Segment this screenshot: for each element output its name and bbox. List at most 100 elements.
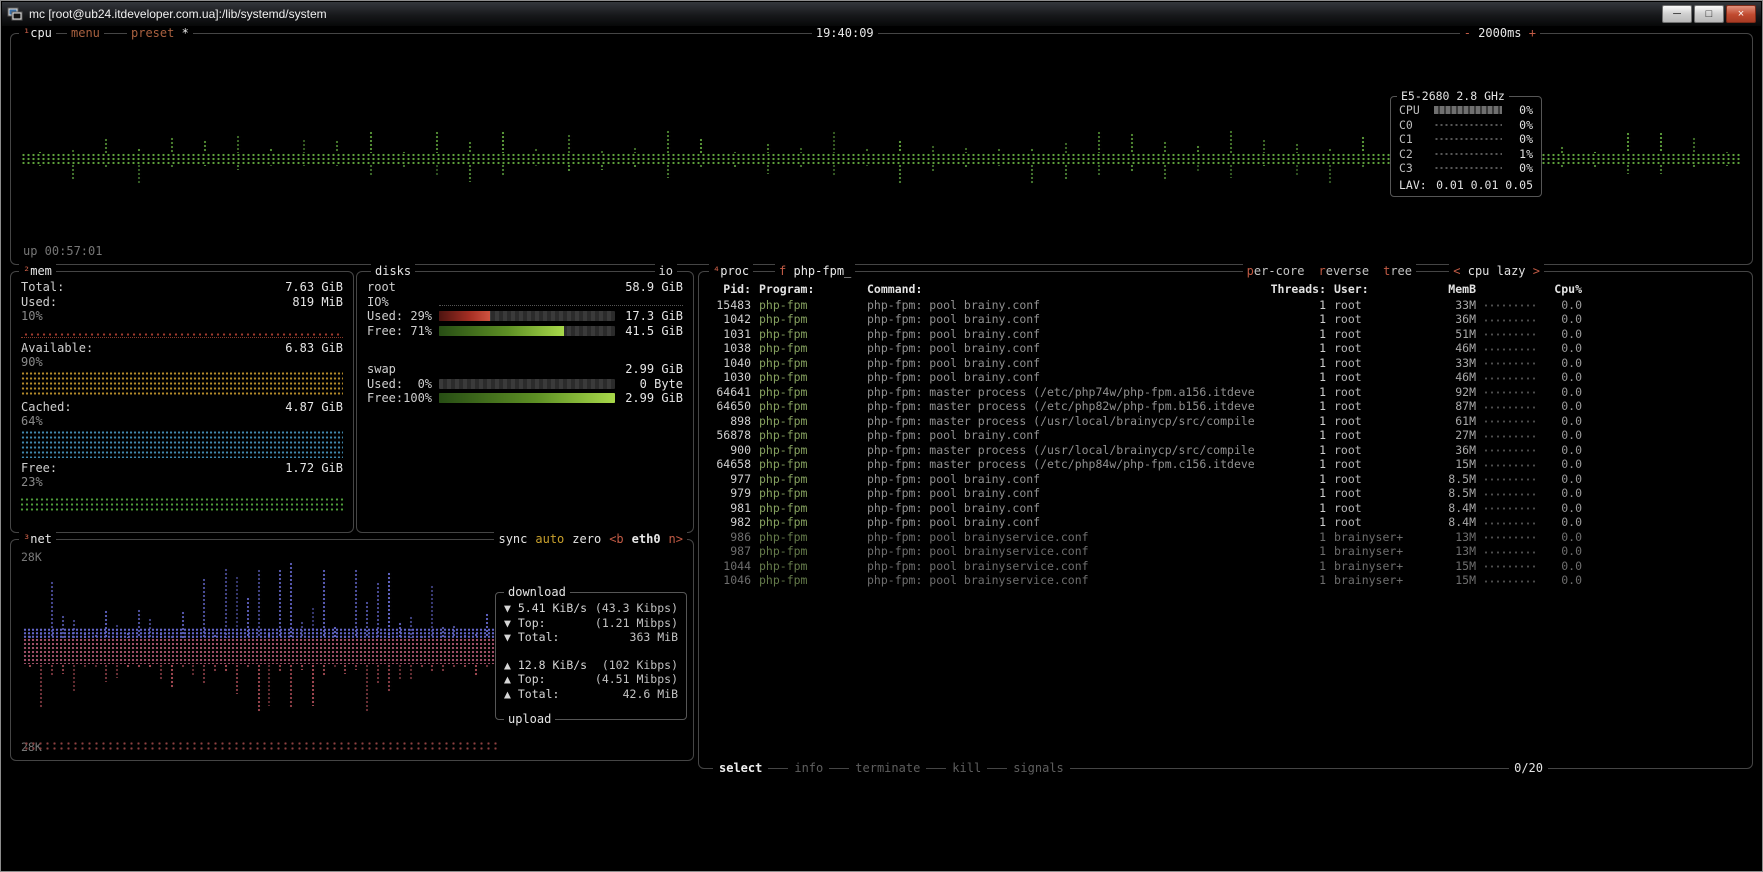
table-row[interactable]: 986 php-fpm php-fpm: pool brainyservice.… [699, 530, 1752, 545]
graph-spike [148, 664, 153, 667]
table-row[interactable]: 64641 php-fpm php-fpm: master process (/… [699, 385, 1752, 400]
reverse-toggle[interactable]: reverse [1318, 264, 1369, 279]
process-command: php-fpm: pool brainy.conf [867, 501, 1258, 516]
table-row[interactable]: 898 php-fpm php-fpm: master process (/us… [699, 414, 1752, 429]
table-row[interactable]: 1046 php-fpm php-fpm: pool brainyservice… [699, 573, 1752, 588]
graph-spike [28, 664, 33, 667]
header-threads[interactable]: Threads: [1266, 282, 1326, 297]
process-program: php-fpm [759, 428, 859, 443]
process-mem-graph [1484, 357, 1536, 370]
sort-selector: < cpu lazy > [1449, 264, 1544, 279]
memory-box-title[interactable]: ²mem [19, 264, 56, 279]
disk-root-row: root58.9 GiB [367, 280, 683, 295]
preset-label: preset [131, 26, 174, 40]
graph-spike [94, 664, 99, 667]
core-usage-value: 0% [1507, 118, 1533, 133]
mem-available-row: Available:6.83 GiB [21, 341, 343, 356]
header-program[interactable]: Program: [759, 282, 859, 297]
header-mem[interactable]: MemB [1430, 282, 1476, 297]
sort-next-button[interactable]: > [1533, 264, 1540, 278]
process-user: root [1334, 327, 1422, 342]
mem-free-value: 1.72 GiB [285, 461, 343, 476]
cpu-core-row: C2 1% [1399, 147, 1533, 162]
net-zero-toggle[interactable]: zero [572, 532, 601, 547]
close-button[interactable]: × [1726, 5, 1756, 23]
filter-input[interactable]: php-fpm_ [793, 264, 851, 278]
sort-prev-button[interactable]: < [1453, 264, 1460, 278]
graph-spike [322, 664, 327, 676]
tree-toggle[interactable]: tree [1383, 264, 1412, 279]
kill-button[interactable]: kill [946, 761, 987, 776]
process-program: php-fpm [759, 327, 859, 342]
table-row[interactable]: 56878 php-fpm php-fpm: pool brainy.conf … [699, 428, 1752, 443]
mem-cached-graph [21, 430, 343, 458]
interval-decrease-button[interactable]: - [1464, 26, 1471, 40]
process-command: php-fpm: pool brainyservice.conf [867, 530, 1258, 545]
minimize-button[interactable]: ─ [1662, 5, 1692, 23]
process-cpu: 0.0 [1544, 428, 1582, 443]
process-threads: 1 [1266, 341, 1326, 356]
process-pid: 1040 [711, 356, 751, 371]
table-row[interactable]: 1031 php-fpm php-fpm: pool brainy.conf 1… [699, 327, 1752, 342]
header-pid[interactable]: Pid: [711, 282, 751, 297]
table-row[interactable]: 1042 php-fpm php-fpm: pool brainy.conf 1… [699, 312, 1752, 327]
process-mem: 8.4M [1430, 515, 1476, 530]
mem-total-row: Total:7.63 GiB [21, 280, 343, 295]
window-title: mc [root@ub24.itdeveloper.com.ua]:/lib/s… [29, 7, 1656, 21]
graph-spike [766, 143, 771, 153]
process-command: php-fpm: pool brainyservice.conf [867, 559, 1258, 574]
info-button[interactable]: info [788, 761, 829, 776]
header-command[interactable]: Command: [867, 282, 1258, 297]
header-cpu[interactable]: Cpu% [1544, 282, 1582, 297]
graph-spike [501, 131, 506, 153]
proc-box-title[interactable]: ⁴proc [709, 264, 753, 279]
core-label: CPU [1399, 103, 1429, 118]
table-row[interactable]: 977 php-fpm php-fpm: pool brainy.conf 1 … [699, 472, 1752, 487]
disk-root-used-row: Used: 29% 17.3 GiB [367, 309, 683, 324]
table-row[interactable]: 900 php-fpm php-fpm: master process (/us… [699, 443, 1752, 458]
table-row[interactable]: 987 php-fpm php-fpm: pool brainyservice.… [699, 544, 1752, 559]
terminate-button[interactable]: terminate [849, 761, 926, 776]
header-user[interactable]: User: [1334, 282, 1422, 297]
swap-used-label: Used: 0% [367, 377, 433, 392]
cpu-box-title[interactable]: ¹cpu [19, 26, 56, 41]
table-row[interactable]: 64650 php-fpm php-fpm: master process (/… [699, 399, 1752, 414]
process-pid: 1042 [711, 312, 751, 327]
disk-free-fill [439, 326, 564, 336]
net-sync-toggle[interactable]: sync [498, 532, 527, 547]
process-mem-graph [1484, 575, 1536, 588]
table-row[interactable]: 1038 php-fpm php-fpm: pool brainy.conf 1… [699, 341, 1752, 356]
download-arrow-icon: ▼ [504, 630, 511, 644]
net-prev-interface-button[interactable]: <b [609, 532, 623, 547]
select-button[interactable]: select [713, 761, 768, 776]
title-bar[interactable]: mc [root@ub24.itdeveloper.com.ua]:/lib/s… [2, 2, 1761, 26]
interval-increase-button[interactable]: + [1529, 26, 1536, 40]
menu-button[interactable]: menu [67, 26, 104, 41]
process-filter[interactable]: f php-fpm_ [775, 264, 855, 279]
maximize-button[interactable]: □ [1694, 5, 1724, 23]
disks-box-title[interactable]: disks [371, 264, 415, 279]
table-row[interactable]: 1044 php-fpm php-fpm: pool brainyservice… [699, 559, 1752, 574]
cpu-info-panel: E5-2680 2.8 GHz CPU 0% C0 0% C1 0% [1390, 96, 1542, 197]
table-row[interactable]: 979 php-fpm php-fpm: pool brainy.conf 1 … [699, 486, 1752, 501]
graph-spike [278, 664, 283, 672]
signals-button[interactable]: signals [1007, 761, 1070, 776]
download-graph-baseline [23, 628, 501, 638]
disks-io-toggle[interactable]: io [655, 264, 677, 279]
table-row[interactable]: 64658 php-fpm php-fpm: master process (/… [699, 457, 1752, 472]
per-core-toggle[interactable]: per-core [1247, 264, 1305, 279]
net-info-panel: download ▼ 5.41 KiB/s (43.3 Kibps) ▼ Top… [495, 592, 687, 720]
table-row[interactable]: 1030 php-fpm php-fpm: pool brainy.conf 1… [699, 370, 1752, 385]
process-pid: 64658 [711, 457, 751, 472]
net-box-title[interactable]: ³net [19, 532, 56, 547]
preset-button[interactable]: preset * [127, 26, 193, 41]
net-next-interface-button[interactable]: n> [669, 532, 683, 547]
table-row[interactable]: 15483 php-fpm php-fpm: pool brainy.conf … [699, 298, 1752, 313]
mem-available-label: Available: [21, 341, 93, 356]
disk-swap-row: swap2.99 GiB [367, 362, 683, 377]
table-row[interactable]: 982 php-fpm php-fpm: pool brainy.conf 1 … [699, 515, 1752, 530]
process-pid: 986 [711, 530, 751, 545]
net-auto-toggle[interactable]: auto [535, 532, 564, 547]
table-row[interactable]: 981 php-fpm php-fpm: pool brainy.conf 1 … [699, 501, 1752, 516]
table-row[interactable]: 1040 php-fpm php-fpm: pool brainy.conf 1… [699, 356, 1752, 371]
